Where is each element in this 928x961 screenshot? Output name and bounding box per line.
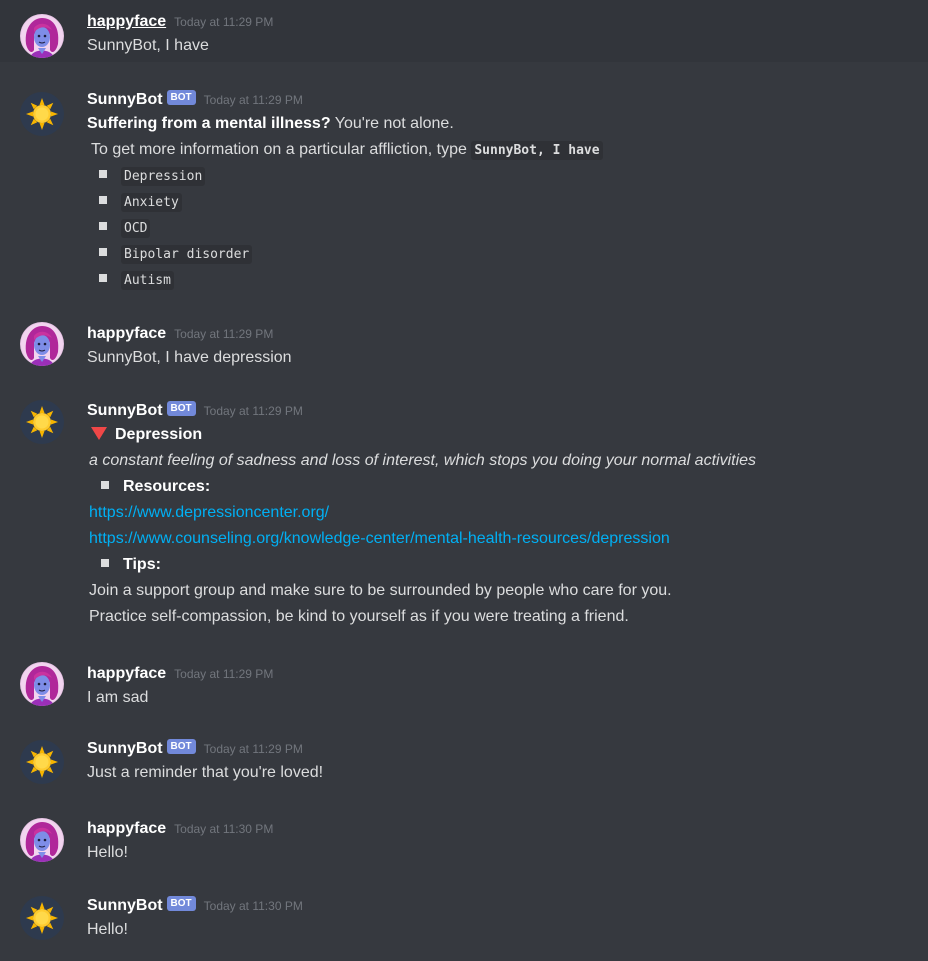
- message-sunnybot-1: SunnyBot BOT Today at 11:29 PM Suffering f…: [0, 82, 928, 302]
- bot-avatar[interactable]: [20, 400, 64, 444]
- sun-icon: [20, 740, 64, 784]
- timestamp: Today at 11:29 PM: [174, 667, 274, 681]
- message-header: SunnyBot BOT Today at 11:29 PM: [87, 89, 912, 111]
- list-item: OCD: [87, 215, 912, 241]
- bullet-icon: [99, 274, 107, 282]
- username[interactable]: SunnyBot: [87, 897, 163, 914]
- message-header: happyface Today at 11:29 PM: [87, 323, 912, 345]
- timestamp: Today at 11:29 PM: [174, 15, 274, 29]
- username[interactable]: SunnyBot: [87, 740, 163, 757]
- bullet-icon: [101, 481, 109, 489]
- bullet-icon: [99, 222, 107, 230]
- tip-text: Join a support group and make sure to be…: [89, 582, 672, 599]
- username[interactable]: happyface: [87, 325, 166, 342]
- message-happyface-2: happyface Today at 11:29 PM SunnyBot, I h…: [0, 318, 928, 378]
- username[interactable]: SunnyBot: [87, 91, 163, 108]
- list-item: Bipolar disorder: [87, 241, 912, 267]
- list-item-label: Depression: [121, 167, 206, 186]
- message-heading: Suffering from a mental illness? You're …: [87, 111, 912, 137]
- timestamp: Today at 11:30 PM: [203, 899, 303, 913]
- list-item: Anxiety: [87, 189, 912, 215]
- info-line: To get more information on a particular …: [87, 137, 912, 163]
- list-item-label: Autism: [121, 271, 174, 290]
- message-header: SunnyBot BOT Today at 11:29 PM: [87, 738, 912, 760]
- bot-avatar[interactable]: [20, 896, 64, 940]
- list-item: Depression: [87, 163, 912, 189]
- bot-avatar[interactable]: [20, 92, 64, 136]
- sun-icon: [20, 896, 64, 940]
- info-text: To get more information on a particular …: [91, 141, 472, 158]
- sun-icon: [20, 400, 64, 444]
- message-sunnybot-4: SunnyBot BOT Today at 11:30 PM Hello!: [0, 890, 928, 950]
- timestamp: Today at 11:29 PM: [203, 93, 303, 107]
- resources-label: Resources:: [89, 474, 912, 500]
- bot-tag: BOT: [166, 739, 196, 754]
- list-item: Autism: [87, 267, 912, 293]
- bullet-icon: [101, 559, 109, 567]
- message-text: SunnyBot, I have depression: [87, 349, 292, 366]
- tips-label: Tips:: [89, 552, 912, 578]
- message-text: SunnyBot, I have: [87, 37, 209, 54]
- heading-rest: You're not alone.: [330, 115, 454, 132]
- message-header: happyface Today at 11:30 PM: [87, 818, 912, 840]
- description: a constant feeling of sadness and loss o…: [89, 452, 757, 469]
- info-code: SunnyBot, I have: [471, 141, 603, 160]
- user-avatar[interactable]: [20, 662, 64, 706]
- message-header: SunnyBot BOT Today at 11:30 PM: [87, 895, 912, 917]
- message-text: Just a reminder that you're loved!: [87, 764, 324, 781]
- message-text: I am sad: [87, 689, 149, 706]
- resource-link[interactable]: https://www.counseling.org/knowledge-cen…: [89, 530, 670, 547]
- username[interactable]: happyface: [87, 13, 166, 30]
- sun-icon: [20, 92, 64, 136]
- message-happyface-1: happyface Today at 11:29 PM SunnyBot, I h…: [0, 0, 928, 62]
- section-title: Depression: [89, 422, 912, 448]
- list-item-label: Bipolar disorder: [121, 245, 253, 264]
- user-avatar[interactable]: [20, 322, 64, 366]
- tips-label-text: Tips:: [123, 556, 161, 573]
- message-text: Hello!: [87, 844, 128, 861]
- user-avatar[interactable]: [20, 14, 64, 58]
- bullet-icon: [99, 248, 107, 256]
- message-header: happyface Today at 11:29 PM: [87, 663, 912, 685]
- list-item-label: OCD: [121, 219, 151, 238]
- heading-bold: Suffering from a mental illness?: [87, 115, 331, 132]
- bot-tag: BOT: [166, 401, 196, 416]
- resource-link[interactable]: https://www.depressioncenter.org/: [89, 504, 329, 521]
- message-happyface-3: happyface Today at 11:29 PM I am sad: [0, 656, 928, 716]
- message-text: Hello!: [87, 921, 128, 938]
- message-sunnybot-2: SunnyBot BOT Today at 11:29 PM Depression …: [0, 396, 928, 644]
- bullet-icon: [99, 196, 107, 204]
- username[interactable]: happyface: [87, 665, 166, 682]
- bot-tag: BOT: [166, 896, 196, 911]
- title-text: Depression: [115, 426, 203, 443]
- timestamp: Today at 11:29 PM: [203, 742, 303, 756]
- list-item-label: Anxiety: [121, 193, 182, 212]
- timestamp: Today at 11:30 PM: [174, 822, 274, 836]
- message-header: happyface Today at 11:29 PM: [87, 11, 912, 33]
- timestamp: Today at 11:29 PM: [203, 404, 303, 418]
- message-sunnybot-3: SunnyBot BOT Today at 11:29 PM Just a remi…: [0, 734, 928, 794]
- timestamp: Today at 11:29 PM: [174, 327, 274, 341]
- message-happyface-4: happyface Today at 11:30 PM Hello!: [0, 812, 928, 872]
- red-triangle-down-icon: [91, 427, 107, 440]
- username[interactable]: SunnyBot: [87, 402, 163, 419]
- tip-text: Practice self-compassion, be kind to you…: [89, 608, 629, 625]
- bot-avatar[interactable]: [20, 740, 64, 784]
- message-header: SunnyBot BOT Today at 11:29 PM: [87, 400, 912, 422]
- resources-label-text: Resources:: [123, 478, 211, 495]
- user-avatar[interactable]: [20, 818, 64, 862]
- bullet-icon: [99, 170, 107, 178]
- username[interactable]: happyface: [87, 820, 166, 837]
- bot-tag: BOT: [166, 90, 196, 105]
